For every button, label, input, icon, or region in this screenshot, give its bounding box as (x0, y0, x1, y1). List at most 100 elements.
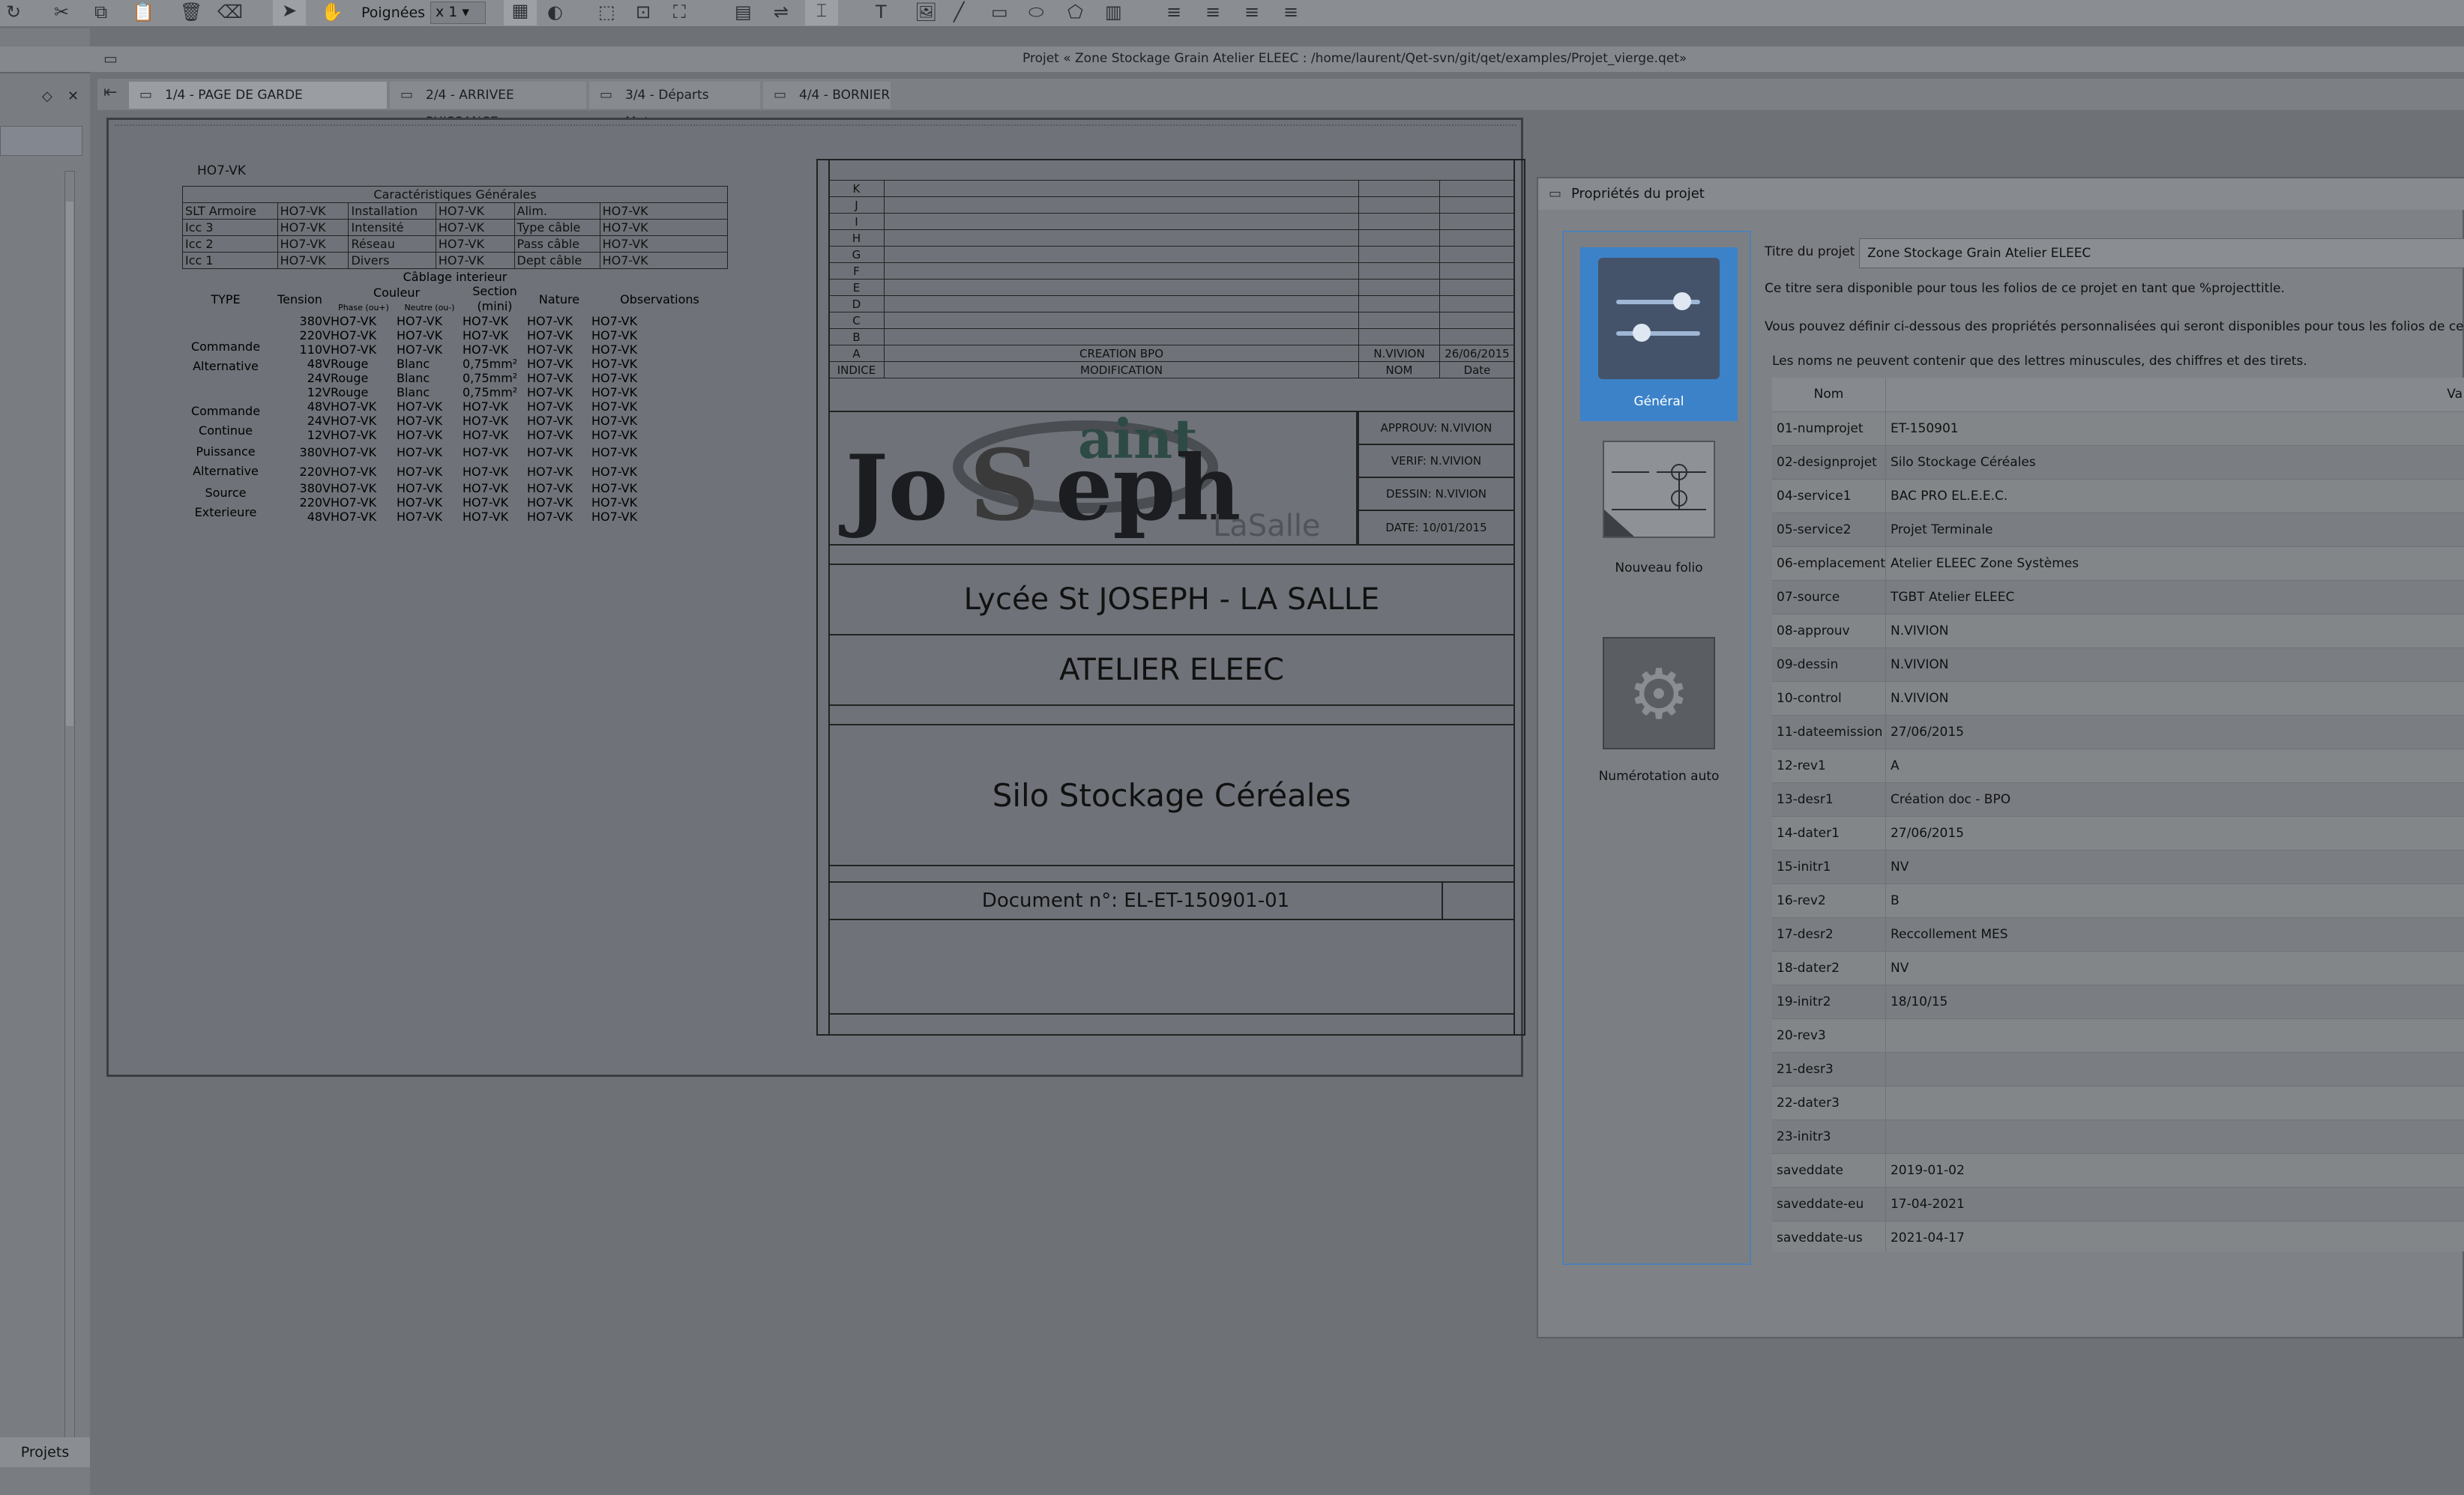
property-value[interactable]: Atelier ELEEC Zone Systèmes (1885, 546, 2464, 581)
grid-icon[interactable]: ▦ (504, 0, 537, 25)
folio-sheet[interactable]: HO7-VK Caractéristiques Générales SLT Ar… (106, 118, 1525, 1077)
tab-arrivee-puissance[interactable]: ▭2/4 - ARRIVEE PUISSANCE (390, 82, 586, 130)
col-value-header[interactable]: Va (1885, 378, 2464, 412)
property-row[interactable]: saveddate 2019-01-02 (1772, 1153, 2464, 1188)
hand-tool-icon[interactable]: ✋ (321, 1, 343, 22)
property-name[interactable]: 07-source (1772, 580, 1886, 614)
align-center-icon[interactable]: ≡ (1205, 1, 1220, 22)
search-input[interactable] (0, 126, 82, 156)
title-block-icon[interactable]: ▤ (735, 1, 752, 22)
property-row[interactable]: saveddate-us 2021-04-17 (1772, 1221, 2464, 1251)
property-value[interactable] (1885, 1018, 2464, 1053)
property-name[interactable]: 08-approuv (1772, 614, 1886, 648)
table-icon[interactable]: ▥ (1105, 1, 1122, 22)
property-row[interactable]: 18-dater2 NV (1772, 951, 2464, 985)
tab-bornier[interactable]: ▭ 4/4 - BORNIER (763, 82, 891, 109)
polygon-icon[interactable]: ⬠ (1067, 1, 1083, 22)
contrast-icon[interactable]: ◐ (547, 1, 563, 22)
property-name[interactable]: saveddate-eu (1772, 1187, 1886, 1221)
property-row[interactable]: 12-rev1 A (1772, 749, 2464, 783)
property-name[interactable]: 18-dater2 (1772, 951, 1886, 985)
handles-select[interactable]: x 1 ▾ (430, 1, 486, 24)
auto-conductor-icon[interactable]: ⌶ (805, 0, 838, 25)
property-value[interactable]: Reccollement MES (1885, 917, 2464, 952)
align-left-icon[interactable]: ≡ (1166, 1, 1181, 22)
property-row[interactable]: 06-emplacement Atelier ELEEC Zone Système… (1772, 546, 2464, 581)
cut-icon[interactable]: ✂ (54, 1, 69, 22)
property-value[interactable]: 2019-01-02 (1885, 1153, 2464, 1188)
property-name[interactable]: saveddate-us (1772, 1221, 1886, 1251)
tab-departs-moteurs[interactable]: ▭3/4 - Départs Moteurs (589, 82, 760, 130)
property-row[interactable]: 16-rev2 B (1772, 884, 2464, 918)
property-row[interactable]: 22-dater3 (1772, 1086, 2464, 1120)
property-name[interactable]: 17-desr2 (1772, 917, 1886, 952)
tab-page-de-garde[interactable]: ▭ 1/4 - PAGE DE GARDE (129, 82, 387, 109)
property-value[interactable]: N.VIVION (1885, 681, 2464, 716)
property-value[interactable]: 2021-04-17 (1885, 1221, 2464, 1251)
copy-icon[interactable]: ⧉ (94, 1, 107, 22)
property-value[interactable]: 27/06/2015 (1885, 715, 2464, 749)
property-value[interactable]: NV (1885, 951, 2464, 985)
conductor-icon[interactable]: ⇌ (774, 1, 789, 22)
property-value[interactable]: Silo Stockage Céréales (1885, 445, 2464, 480)
property-row[interactable]: 07-source TGBT Atelier ELEEC (1772, 580, 2464, 614)
paste-icon[interactable]: 📋 (132, 1, 154, 22)
property-value[interactable] (1885, 1052, 2464, 1087)
redo-icon[interactable]: ↻ (6, 1, 21, 22)
property-name[interactable]: 06-emplacement (1772, 546, 1886, 581)
projects-tab[interactable]: Projets (0, 1437, 90, 1467)
property-row[interactable]: 01-numprojet ET-150901 (1772, 411, 2464, 446)
clear-icon[interactable]: ⌫ (217, 1, 243, 22)
first-tab-icon[interactable]: ⇤ (103, 83, 117, 102)
property-value[interactable]: Création doc - BPO (1885, 782, 2464, 817)
nav-new-folio[interactable]: Nouveau folio (1580, 441, 1738, 591)
property-name[interactable]: 02-designprojet (1772, 445, 1886, 480)
property-row[interactable]: 08-approuv N.VIVION (1772, 614, 2464, 648)
property-row[interactable]: 13-desr1 Création doc - BPO (1772, 782, 2464, 817)
col-name-header[interactable]: Nom (1772, 378, 1886, 412)
property-name[interactable]: 12-rev1 (1772, 749, 1886, 783)
property-name[interactable]: 23-initr3 (1772, 1120, 1886, 1154)
property-value[interactable]: A (1885, 749, 2464, 783)
property-value[interactable]: 27/06/2015 (1885, 816, 2464, 851)
property-name[interactable]: 13-desr1 (1772, 782, 1886, 817)
property-name[interactable]: 16-rev2 (1772, 884, 1886, 918)
property-value[interactable]: N.VIVION (1885, 614, 2464, 648)
property-name[interactable]: 21-desr3 (1772, 1052, 1886, 1087)
property-value[interactable]: 17-04-2021 (1885, 1187, 2464, 1221)
property-row[interactable]: 23-initr3 (1772, 1120, 2464, 1154)
property-row[interactable]: 21-desr3 (1772, 1052, 2464, 1087)
zoom-sheet-icon[interactable]: ⛶ (673, 1, 686, 22)
property-row[interactable]: 05-service2 Projet Terminale (1772, 513, 2464, 547)
property-value[interactable]: B (1885, 884, 2464, 918)
zoom-fit-icon[interactable]: ⊡ (636, 1, 651, 22)
nav-general[interactable]: Général (1580, 247, 1738, 421)
property-value[interactable]: NV (1885, 850, 2464, 884)
property-name[interactable]: 14-dater1 (1772, 816, 1886, 851)
property-value[interactable]: ET-150901 (1885, 411, 2464, 446)
property-value[interactable]: TGBT Atelier ELEEC (1885, 580, 2464, 614)
property-name[interactable]: 20-rev3 (1772, 1018, 1886, 1053)
property-row[interactable]: 14-dater1 27/06/2015 (1772, 816, 2464, 851)
line-icon[interactable]: ╱ (954, 1, 964, 22)
property-value[interactable] (1885, 1086, 2464, 1120)
rectangle-icon[interactable]: ▭ (991, 1, 1008, 22)
property-row[interactable]: 19-initr2 18/10/15 (1772, 985, 2464, 1019)
property-name[interactable]: 09-dessin (1772, 647, 1886, 682)
property-row[interactable]: 10-control N.VIVION (1772, 681, 2464, 716)
select-tool-icon[interactable]: ➤ (273, 0, 306, 25)
property-row[interactable]: 09-dessin N.VIVION (1772, 647, 2464, 682)
property-row[interactable]: 17-desr2 Reccollement MES (1772, 917, 2464, 952)
property-row[interactable]: 20-rev3 (1772, 1018, 2464, 1053)
select-all-icon[interactable]: ⬚ (598, 1, 615, 22)
align-justify-icon[interactable]: ≡ (1283, 1, 1298, 22)
image-icon[interactable]: 🖼 (915, 1, 937, 22)
property-row[interactable]: 02-designprojet Silo Stockage Céréales (1772, 445, 2464, 480)
property-name[interactable]: 04-service1 (1772, 479, 1886, 513)
property-value[interactable]: N.VIVION (1885, 647, 2464, 682)
align-right-icon[interactable]: ≡ (1244, 1, 1259, 22)
property-name[interactable]: 22-dater3 (1772, 1086, 1886, 1120)
property-value[interactable]: BAC PRO EL.E.E.C. (1885, 479, 2464, 513)
property-name[interactable]: 15-initr1 (1772, 850, 1886, 884)
nav-auto-numbering[interactable]: ⚙ Numérotation auto (1580, 637, 1738, 802)
